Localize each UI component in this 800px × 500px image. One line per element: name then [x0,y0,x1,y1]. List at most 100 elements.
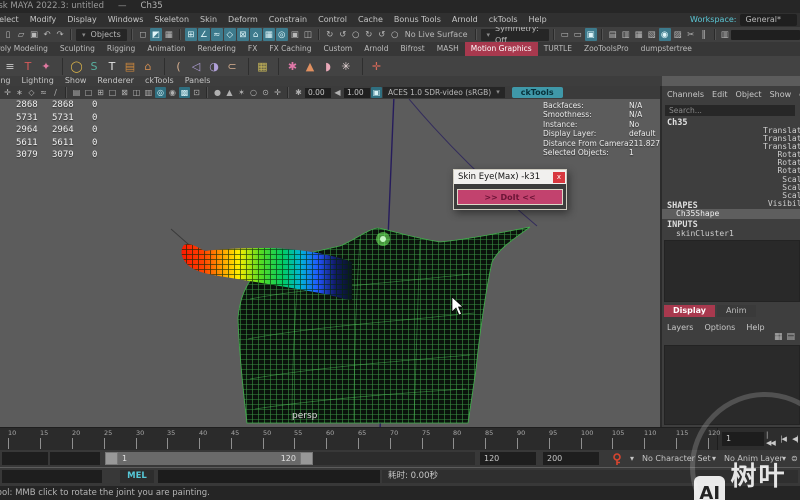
menu-item[interactable]: Skin [198,13,219,27]
shelf-tool-icon[interactable]: S [86,58,102,75]
command-input[interactable] [158,470,380,483]
view-transform-icon[interactable]: ▣ [371,87,382,98]
panel-menu-item[interactable]: Lighting [21,76,53,86]
menu-item[interactable]: Constrain [267,13,309,27]
range-slider[interactable]: 1 120 [105,452,475,465]
workspace-selector[interactable]: Workspace: General* [690,14,797,26]
shelf-tab[interactable]: dumpstertree [635,42,698,56]
menu-item[interactable]: Cache [356,13,385,27]
channel-row[interactable]: Rotate Z [660,167,800,175]
history-icon[interactable]: ↺ [376,28,388,41]
dialog-title-bar[interactable]: Skin Eye(Max) -k31 x [454,170,566,184]
render-icon[interactable]: ‖ [698,28,710,41]
selection-mask-dropdown[interactable]: ▾ Objects [76,29,127,41]
render-icon[interactable]: ✂ [685,28,697,41]
viewport-tool-icon[interactable]: ∗ [14,87,25,98]
range-handle-left[interactable] [105,452,118,465]
exposure-field[interactable]: 0.00 [305,88,331,98]
snap-icon[interactable]: ⊞ [185,28,197,41]
workspace-value[interactable]: General* [740,14,797,26]
doit-button[interactable]: >> DoIt << [457,189,563,205]
menu-item[interactable]: ckTools [487,13,520,27]
chevron-down-icon[interactable]: ▾ [712,452,716,465]
panel-menu-item[interactable]: Panels [185,76,211,86]
history-icon[interactable]: ↺ [337,28,349,41]
channel-row[interactable]: Scale Y [660,184,800,192]
viewport-tool-icon[interactable]: ✛ [2,87,13,98]
menu-item[interactable]: Skeleton [152,13,191,27]
shading-toggle-icon[interactable]: □ [107,87,118,98]
display-toggle-icon[interactable]: ● [212,87,223,98]
display-toggle-icon[interactable]: ▲ [224,87,235,98]
shading-toggle-icon[interactable]: ◎ [155,87,166,98]
channel-row[interactable]: Scale X [660,176,800,184]
playback-start-field[interactable] [50,452,100,465]
menu-item[interactable]: Select [0,13,21,27]
shelf-tab[interactable]: Sculpting [54,42,101,56]
shelf-tab[interactable]: Animation [141,42,191,56]
panel-menu-item[interactable]: ckTools [145,76,174,86]
anim-start-field[interactable] [2,452,48,465]
shelf-tab[interactable]: Rendering [192,42,242,56]
sidebar-toggle-icon[interactable]: ▥ [720,28,730,41]
shelf-tool-icon[interactable]: ( [164,58,186,75]
display-toggle-icon[interactable]: ⊙ [260,87,271,98]
prefs-icon[interactable]: ⊜ [791,452,798,465]
editor-toggle-icon[interactable]: ▭ [572,28,584,41]
snap-icon[interactable]: ◇ [224,28,236,41]
snap-icon[interactable]: ⌂ [250,28,262,41]
new-layer-icon[interactable]: ▦ [774,332,783,342]
shading-toggle-icon[interactable]: ⊡ [191,87,202,98]
shading-toggle-icon[interactable]: □ [83,87,94,98]
chevron-down-icon[interactable]: ▾ [630,452,634,465]
shelf-tab[interactable]: Motion Graphics [465,42,538,56]
menu-item[interactable]: Deform [226,13,260,27]
file-op-icon[interactable]: ▯ [2,28,14,41]
shelf-tool-icon[interactable]: ▦ [248,58,270,75]
close-icon[interactable]: x [553,172,565,183]
chevron-down-icon[interactable]: ▾ [782,452,786,465]
shelf-tool-icon[interactable]: ⌂ [140,58,156,75]
snap-icon[interactable]: ∠ [198,28,210,41]
playback-button[interactable]: |◀ [778,432,788,445]
render-icon[interactable]: ▤ [607,28,619,41]
layer-editor-menu-item[interactable]: Layers [667,323,693,332]
quick-field[interactable] [731,30,800,40]
layer-editor-tab[interactable]: Anim [717,305,756,317]
shading-toggle-icon[interactable]: ▤ [71,87,82,98]
render-icon[interactable]: ▨ [672,28,684,41]
snap-icon[interactable]: ◫ [302,28,314,41]
history-icon[interactable]: ↻ [363,28,375,41]
shelf-tab[interactable]: MASH [431,42,465,56]
shelf-tab[interactable]: Arnold [358,42,394,56]
shelf-tab[interactable]: Bifrost [395,42,431,56]
selection-mode-icon[interactable]: ◻ [137,28,149,41]
history-icon[interactable]: ○ [389,28,401,41]
shading-toggle-icon[interactable]: ◉ [167,87,178,98]
menu-item[interactable]: Windows [106,13,146,27]
file-op-icon[interactable]: ↶ [41,28,53,41]
shape-node-row[interactable]: Ch35Shape [662,209,800,219]
display-toggle-icon[interactable]: ○ [248,87,259,98]
panel-menu-item[interactable]: Shading [0,76,10,86]
history-icon[interactable]: ↻ [324,28,336,41]
render-icon[interactable]: ◉ [659,28,671,41]
mel-toggle-button[interactable]: MEL [120,470,154,483]
shelf-tool-icon[interactable]: ⊂ [224,58,240,75]
character-set-dropdown[interactable]: No Character Set [642,452,711,465]
caddy-field[interactable] [2,470,102,483]
viewport-tool-icon[interactable]: ◇ [26,87,37,98]
viewport-tool-icon[interactable]: ≈ [38,87,49,98]
menu-item[interactable]: Bonus Tools [392,13,443,27]
channel-box-menu-item[interactable]: Channels [667,90,704,103]
shelf-tool-icon[interactable]: T [20,58,36,75]
camera-label[interactable]: persp [292,411,317,421]
time-slider-track[interactable]: 1015202530354045505560657075808590951001… [0,428,718,450]
skin-eye-dialog[interactable]: Skin Eye(Max) -k31 x >> DoIt << [453,169,567,210]
shading-toggle-icon[interactable]: ⊞ [95,87,106,98]
shading-toggle-icon[interactable]: ▩ [179,87,190,98]
shelf-tab[interactable]: Custom [318,42,359,56]
render-icon[interactable]: ▦ [633,28,645,41]
snap-icon[interactable]: ⊠ [237,28,249,41]
channel-box-menu-item[interactable]: Edit [712,90,728,103]
